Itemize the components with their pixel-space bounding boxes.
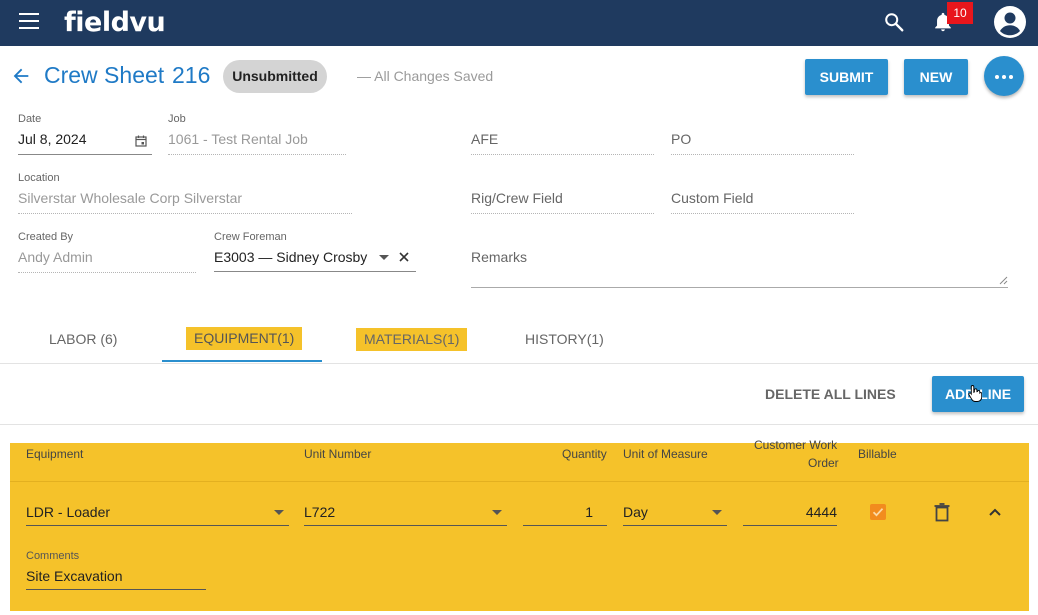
- menu-icon[interactable]: [19, 13, 39, 29]
- resize-grip-icon[interactable]: [998, 275, 1008, 285]
- crew-foreman-select[interactable]: E3003 — Sidney Crosby: [214, 249, 367, 265]
- unit-number-underline: [304, 525, 507, 526]
- column-header-quantity: Quantity: [562, 447, 607, 461]
- column-header-customer-work-order: Customer Work: [754, 438, 838, 452]
- chevron-down-icon[interactable]: [492, 510, 502, 515]
- back-arrow-icon[interactable]: [10, 65, 32, 87]
- billable-checkbox[interactable]: [870, 504, 886, 520]
- search-icon[interactable]: [883, 11, 905, 33]
- job-label: Job: [168, 113, 186, 125]
- delete-all-lines-button[interactable]: DELETE ALL LINES: [765, 386, 896, 402]
- save-status-text: — All Changes Saved: [357, 68, 494, 84]
- chevron-down-icon[interactable]: [274, 510, 284, 515]
- po-field-underline: [671, 154, 854, 155]
- section-divider: [0, 424, 1038, 425]
- close-icon[interactable]: [398, 251, 410, 263]
- column-header-equipment: Equipment: [26, 447, 84, 461]
- comments-label: Comments: [26, 550, 80, 562]
- more-options-button[interactable]: [984, 56, 1024, 96]
- top-navigation-bar: fieldvu 10: [0, 0, 1038, 46]
- active-tab-indicator: [162, 360, 322, 362]
- crew-foreman-underline: [214, 271, 416, 272]
- calendar-icon[interactable]: [135, 135, 147, 147]
- app-logo: fieldvu: [64, 7, 166, 38]
- quantity-underline: [523, 525, 607, 526]
- submit-button[interactable]: SUBMIT: [805, 59, 888, 95]
- equipment-underline: [26, 525, 289, 526]
- trash-icon[interactable]: [934, 503, 950, 522]
- unit-of-measure-select[interactable]: Day: [623, 504, 648, 520]
- tab-materials[interactable]: MATERIALS(1): [356, 328, 468, 351]
- equipment-select[interactable]: LDR - Loader: [26, 504, 110, 520]
- location-field-underline: [18, 213, 352, 214]
- unit-number-select[interactable]: L722: [304, 504, 335, 520]
- tab-labor[interactable]: LABOR (6): [49, 331, 117, 347]
- remarks-placeholder: Remarks: [471, 249, 528, 265]
- account-icon[interactable]: [994, 6, 1026, 38]
- comments-input[interactable]: Site Excavation: [26, 568, 123, 584]
- chevron-up-icon[interactable]: [988, 507, 1002, 517]
- quantity-input[interactable]: 1: [523, 504, 593, 520]
- chevron-down-icon[interactable]: [712, 510, 722, 515]
- header-row-divider: [10, 481, 1029, 482]
- custom-field-underline: [671, 213, 854, 214]
- column-header-unit-number: Unit Number: [304, 447, 372, 461]
- po-field[interactable]: PO: [671, 131, 691, 147]
- hand-cursor-icon: [968, 385, 982, 402]
- crew-sheet-number: 216: [172, 62, 211, 88]
- column-header-unit-of-measure: Unit of Measure: [623, 447, 708, 461]
- customer-work-order-underline: [743, 525, 837, 526]
- created-by-field: Andy Admin: [18, 249, 93, 265]
- date-field-underline: [18, 154, 152, 155]
- tab-equipment[interactable]: EQUIPMENT(1): [186, 327, 303, 350]
- column-header-billable: Billable: [858, 447, 897, 461]
- location-field: Silverstar Wholesale Corp Silverstar: [18, 190, 243, 206]
- created-by-label: Created By: [18, 231, 74, 243]
- remarks-textarea[interactable]: [471, 245, 1008, 288]
- equipment-table: [10, 443, 1029, 611]
- custom-field[interactable]: Custom Field: [671, 190, 753, 206]
- job-field-underline: [168, 154, 346, 155]
- column-header-customer-work-order-line2: Order: [808, 456, 839, 470]
- unit-of-measure-underline: [623, 525, 727, 526]
- location-label: Location: [18, 172, 60, 184]
- rig-crew-field-underline: [471, 213, 654, 214]
- notification-badge: 10: [947, 2, 973, 24]
- tab-history[interactable]: HISTORY(1): [525, 331, 604, 347]
- tabs-divider: [0, 363, 1038, 364]
- chevron-down-icon[interactable]: [379, 255, 389, 260]
- customer-work-order-input[interactable]: 4444: [743, 504, 837, 520]
- created-by-underline: [18, 272, 196, 273]
- check-icon: [872, 508, 884, 517]
- crew-foreman-label: Crew Foreman: [214, 231, 287, 243]
- comments-underline: [26, 589, 206, 590]
- job-field: 1061 - Test Rental Job: [168, 131, 308, 147]
- afe-field[interactable]: AFE: [471, 131, 498, 147]
- afe-field-underline: [471, 154, 654, 155]
- page-title: Crew Sheet: [44, 62, 165, 88]
- date-label: Date: [18, 113, 42, 125]
- date-input[interactable]: Jul 8, 2024: [18, 131, 87, 147]
- new-button[interactable]: NEW: [904, 59, 968, 95]
- status-badge: Unsubmitted: [223, 60, 327, 93]
- rig-crew-field[interactable]: Rig/Crew Field: [471, 190, 563, 206]
